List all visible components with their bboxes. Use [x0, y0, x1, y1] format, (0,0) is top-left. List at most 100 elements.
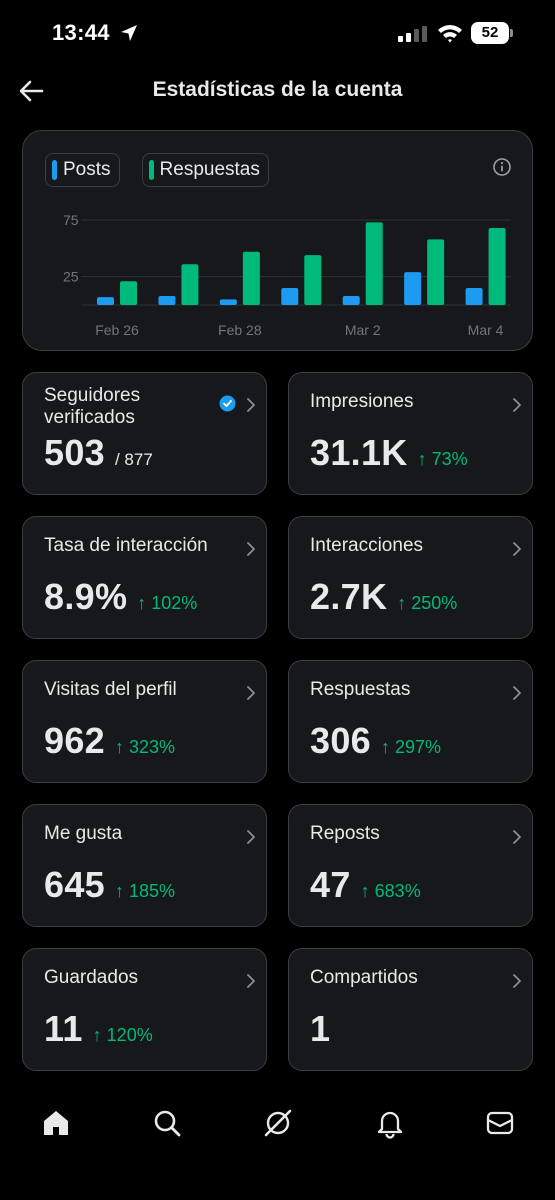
stat-label: Me gusta: [44, 823, 123, 844]
stat-value-row: 962 ↑ 323%: [44, 720, 175, 762]
bar-replies[interactable]: [242, 251, 260, 305]
bar-posts[interactable]: [281, 288, 299, 305]
stat-value: 2.7K: [310, 576, 388, 617]
bottom-nav: [0, 1095, 555, 1155]
x-tick-label: Feb 28: [218, 322, 262, 338]
stat-value-row: 31.1K ↑ 73%: [310, 432, 468, 474]
bar-replies[interactable]: [181, 264, 199, 305]
bar-posts[interactable]: [404, 272, 422, 305]
stat-delta: ↑ 323%: [114, 737, 176, 757]
chart-legend: Posts Respuestas: [45, 153, 269, 187]
bar-replies[interactable]: [120, 281, 137, 305]
status-bar: 13:44 52: [0, 0, 555, 66]
bar-replies[interactable]: [365, 222, 383, 305]
messages-icon[interactable]: [484, 1107, 516, 1139]
stat-card[interactable]: Me gusta 645 ↑ 185%: [22, 804, 267, 927]
stat-label: Reposts: [310, 823, 380, 844]
stat-value: 1: [310, 1008, 331, 1049]
legend-replies[interactable]: Respuestas: [141, 153, 269, 187]
bar-chart: 75 25 Feb 26 Feb 28 Mar 2 Mar 4: [63, 212, 511, 338]
cellular-signal-icon: [398, 26, 427, 42]
stat-delta: ↑ 120%: [92, 1025, 153, 1045]
stat-delta: ↑ 297%: [380, 737, 442, 757]
stat-card[interactable]: Respuestas 306 ↑ 297%: [288, 660, 533, 783]
page-title: Estadísticas de la cuenta: [152, 78, 403, 101]
y-tick-label: 75: [63, 212, 79, 228]
home-icon[interactable]: [40, 1107, 72, 1139]
stat-label: Seguidores verificados: [44, 385, 141, 428]
stat-value-row: 47 ↑ 683%: [310, 864, 421, 906]
stat-value-row: 645 ↑ 185%: [44, 864, 175, 906]
legend-posts-label: Posts: [63, 159, 111, 180]
stat-label: Interacciones: [310, 535, 424, 556]
chevron-right-icon: [247, 686, 255, 700]
stat-value: 306: [310, 720, 371, 761]
battery-level: 52: [471, 22, 509, 44]
bar-posts[interactable]: [97, 297, 114, 305]
stat-value-row: 11 ↑ 120%: [44, 1008, 153, 1050]
chart-card: Posts Respuestas 75 25 Feb 26 Feb 28 Mar 2 Ma…: [22, 130, 533, 351]
stat-value-row: 306 ↑ 297%: [310, 720, 441, 762]
chevron-right-icon: [247, 398, 255, 412]
stat-value-row: 1: [310, 1008, 330, 1050]
stat-card[interactable]: Visitas del perfil 962 ↑ 323%: [22, 660, 267, 783]
chevron-right-icon: [247, 830, 255, 844]
stat-label: Visitas del perfil: [44, 679, 177, 700]
chevron-right-icon: [513, 974, 521, 988]
chevron-right-icon: [247, 542, 255, 556]
x-tick-label: Mar 2: [345, 322, 381, 338]
stat-total: / 877: [114, 450, 153, 469]
stat-delta: ↑ 185%: [114, 881, 176, 901]
stat-label: Tasa de interacción: [44, 535, 208, 556]
stat-card[interactable]: Compartidos 1: [288, 948, 533, 1071]
stat-value-row: 503 / 877: [44, 432, 153, 474]
bar-replies[interactable]: [304, 255, 322, 305]
location-arrow-icon: [121, 25, 137, 41]
bar-posts[interactable]: [219, 299, 237, 305]
stat-card[interactable]: Tasa de interacción 8.9% ↑ 102%: [22, 516, 267, 639]
y-tick-label: 25: [63, 269, 79, 285]
notifications-icon[interactable]: [374, 1107, 406, 1139]
bar-posts[interactable]: [465, 288, 483, 305]
stat-value: 503: [44, 432, 105, 473]
bar-replies[interactable]: [427, 239, 445, 305]
x-tick-label: Feb 26: [95, 322, 139, 338]
legend-replies-label: Respuestas: [159, 159, 260, 180]
bar-replies[interactable]: [488, 227, 506, 305]
stat-value: 962: [44, 720, 105, 761]
search-icon[interactable]: [151, 1107, 183, 1139]
posts-swatch: [52, 160, 57, 180]
x-tick-label: Mar 4: [468, 322, 504, 338]
stat-card[interactable]: Seguidores verificados 503 / 877: [22, 372, 267, 495]
battery-tip: [510, 29, 513, 37]
stat-value-row: 2.7K ↑ 250%: [310, 576, 457, 618]
chevron-right-icon: [513, 542, 521, 556]
chevron-right-icon: [513, 686, 521, 700]
chevron-right-icon: [247, 974, 255, 988]
header: Estadísticas de la cuenta: [0, 66, 555, 116]
info-icon[interactable]: [492, 157, 512, 177]
chevron-right-icon: [513, 398, 521, 412]
stat-card[interactable]: Guardados 11 ↑ 120%: [22, 948, 267, 1071]
stat-card[interactable]: Interacciones 2.7K ↑ 250%: [288, 516, 533, 639]
wifi-icon: [438, 25, 462, 43]
stat-value-row: 8.9% ↑ 102%: [44, 576, 197, 618]
stat-value: 11: [44, 1008, 83, 1049]
stat-delta: ↑ 683%: [360, 881, 421, 901]
stat-value: 47: [310, 864, 351, 905]
stat-delta: ↑ 102%: [137, 593, 198, 613]
stat-label: Compartidos: [310, 967, 418, 988]
bar-posts[interactable]: [342, 295, 360, 305]
stat-delta: ↑ 250%: [397, 593, 458, 613]
chevron-right-icon: [513, 830, 521, 844]
bar-posts[interactable]: [158, 295, 176, 305]
status-time: 13:44: [52, 20, 110, 45]
legend-posts[interactable]: Posts: [45, 153, 120, 187]
stat-value: 31.1K: [310, 432, 408, 473]
stat-value: 8.9%: [44, 576, 128, 617]
stat-card[interactable]: Reposts 47 ↑ 683%: [288, 804, 533, 927]
stat-card[interactable]: Impresiones 31.1K ↑ 73%: [288, 372, 533, 495]
grok-icon[interactable]: [262, 1107, 294, 1139]
replies-swatch: [148, 160, 154, 180]
stat-delta: ↑ 73%: [417, 449, 468, 469]
